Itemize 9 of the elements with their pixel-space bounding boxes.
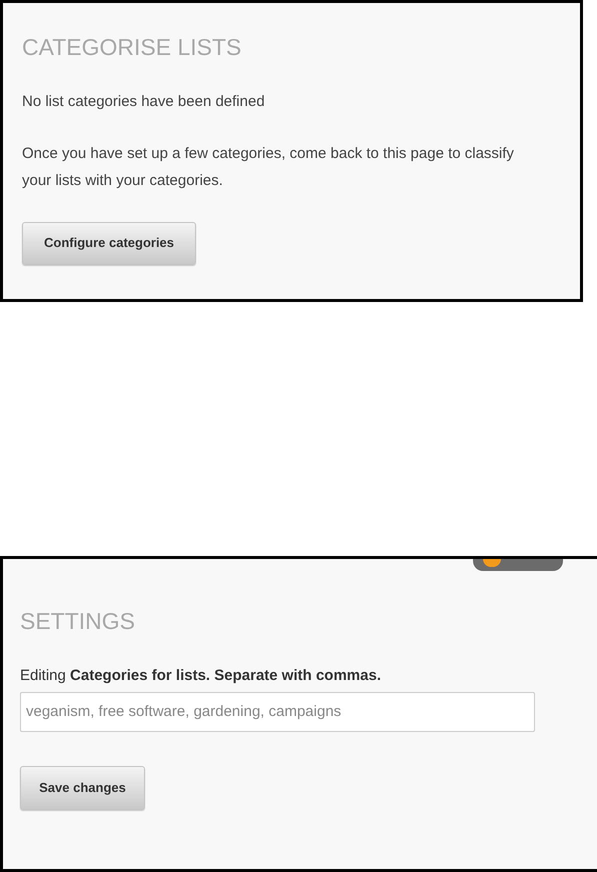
configure-categories-button[interactable]: Configure categories <box>22 222 196 264</box>
categories-input-field[interactable]: veganism, free software, gardening, campaigns <box>20 692 535 732</box>
panel-title: SETTINGS <box>20 607 136 635</box>
panel-title: CATEGORISE LISTS <box>22 33 242 61</box>
help-badge[interactable] <box>473 559 563 571</box>
save-changes-button[interactable]: Save changes <box>20 766 145 810</box>
field-label: Editing Categories for lists. Separate with commas. <box>20 666 382 686</box>
message-text: No list categories have been defined <box>22 92 266 112</box>
hint-text: Once you have set up a few categories, come back to this page to classify your lists with your categories. <box>22 144 515 190</box>
